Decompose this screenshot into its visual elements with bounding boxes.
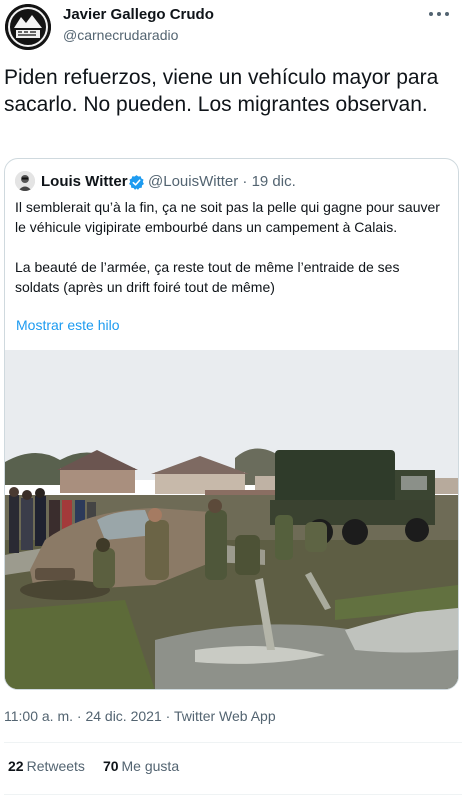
- retweets-count: 22: [8, 758, 24, 774]
- show-thread-link[interactable]: Mostrar este hilo: [16, 317, 119, 333]
- tweet-meta: 11:00 a. m. · 24 dic. 2021 · Twitter Web…: [4, 708, 276, 724]
- tweet-header: Javier Gallego Crudo @carnecrudaradio: [0, 0, 462, 54]
- author-avatar[interactable]: [5, 4, 51, 50]
- retweets-label: Retweets: [26, 758, 85, 774]
- tweet-client[interactable]: Twitter Web App: [174, 708, 276, 724]
- retweets-stat[interactable]: 22 Retweets: [8, 758, 85, 774]
- author-handle[interactable]: @carnecrudaradio: [63, 27, 178, 43]
- more-horizontal-icon[interactable]: [426, 6, 452, 22]
- quoted-author-avatar: [15, 171, 35, 191]
- quoted-tweet-header: Louis Witter @LouisWitter · 19 dic.: [15, 171, 445, 193]
- likes-count: 70: [102, 758, 119, 774]
- divider: [4, 742, 462, 743]
- meta-separator: ·: [161, 708, 174, 724]
- tweet-text: Piden refuerzos, viene un vehículo mayor…: [4, 66, 439, 116]
- quoted-paragraph-1: Il semblerait qu’à la fin, ça ne soit pa…: [15, 199, 440, 235]
- tweet-stats: 22 Retweets 70 Me gusta: [8, 758, 179, 774]
- author-name[interactable]: Javier Gallego Crudo: [63, 6, 214, 23]
- quoted-author-name: Louis Witter: [41, 173, 128, 190]
- verified-badge-icon: [128, 174, 145, 191]
- quoted-tweet-photo[interactable]: [5, 350, 458, 689]
- quoted-tweet[interactable]: Louis Witter @LouisWitter · 19 dic. Il s…: [4, 158, 459, 690]
- quoted-paragraph-2: La beauté de l’armée, ça reste tout de m…: [15, 259, 400, 295]
- likes-label: Me gusta: [121, 758, 180, 774]
- likes-stat[interactable]: 70 Me gusta: [103, 758, 179, 774]
- divider: [4, 794, 462, 795]
- quoted-tweet-text: Il semblerait qu’à la fin, ça ne soit pa…: [15, 197, 445, 297]
- tweet-timestamp[interactable]: 11:00 a. m. · 24 dic. 2021: [4, 708, 162, 724]
- quoted-handle-date: @LouisWitter · 19 dic.: [148, 173, 296, 190]
